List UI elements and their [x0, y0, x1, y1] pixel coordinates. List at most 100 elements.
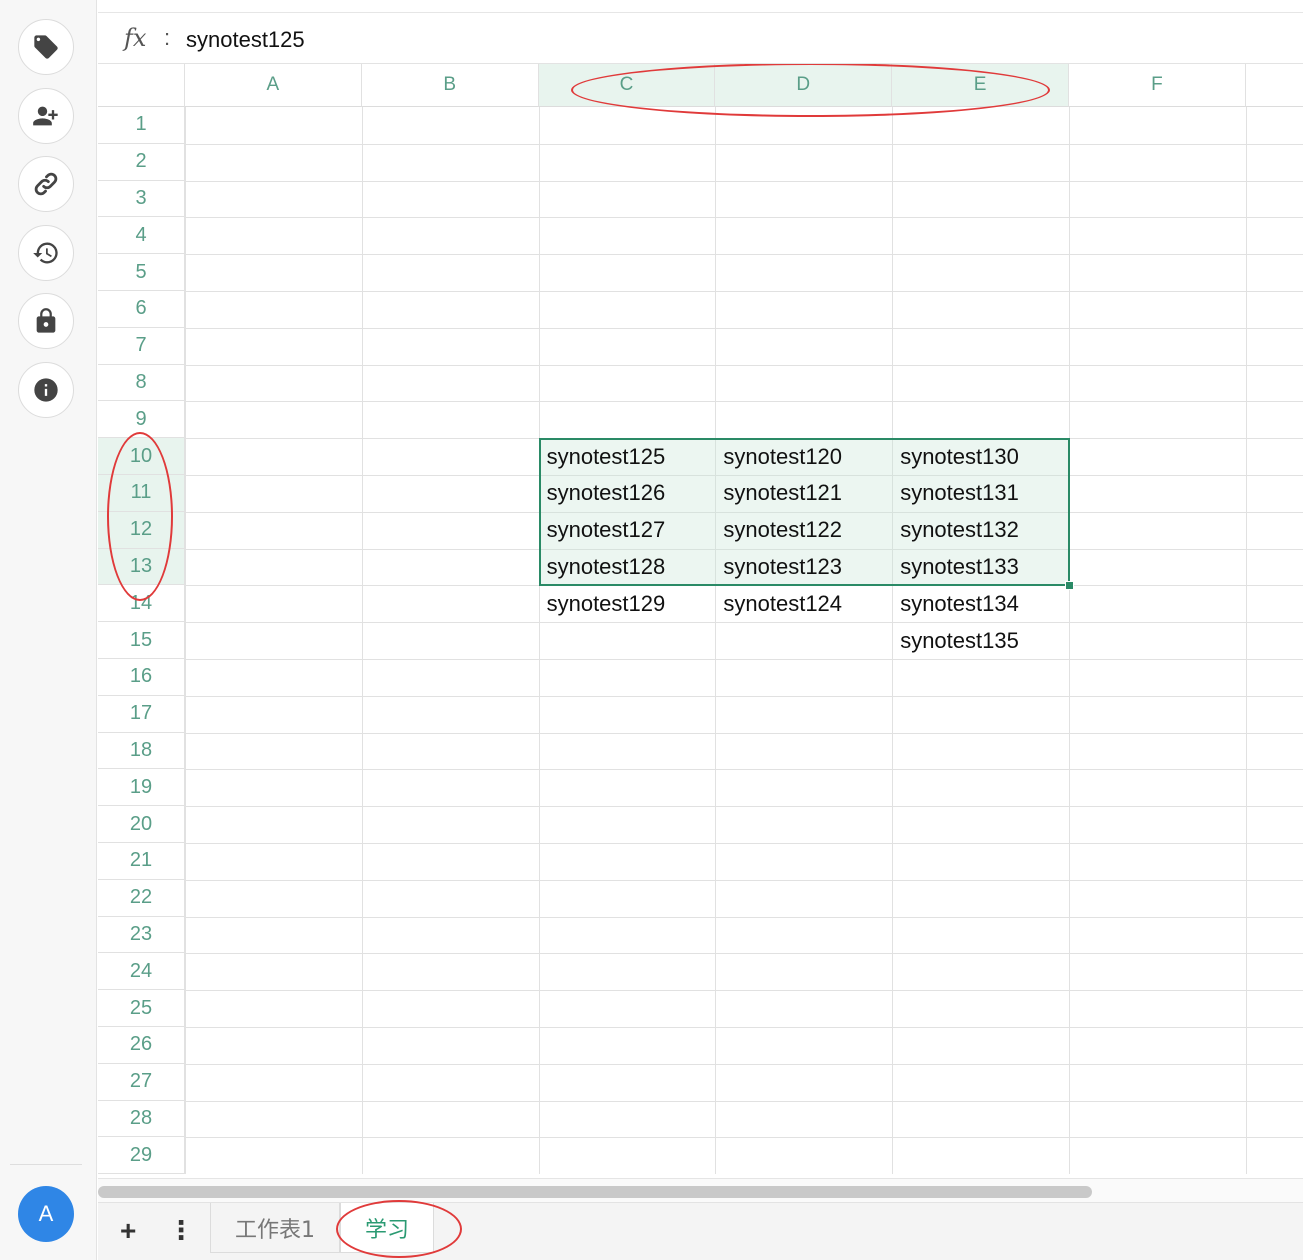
row-header-11[interactable]: 11	[98, 475, 185, 512]
tag-icon	[34, 35, 58, 59]
column-header-e[interactable]: E	[892, 64, 1069, 107]
column-header-d[interactable]: D	[715, 64, 893, 107]
grid-line	[1245, 107, 1247, 1174]
row-header-8[interactable]: 8	[98, 364, 185, 402]
row-header-19[interactable]: 19	[98, 769, 185, 807]
grid-line	[185, 916, 1303, 918]
row-header-13[interactable]: 13	[98, 548, 185, 586]
grid-line	[185, 806, 1303, 808]
cell-e13[interactable]: synotest133	[892, 549, 1069, 586]
cell-e12[interactable]: synotest132	[892, 512, 1069, 549]
column-header-f[interactable]: F	[1069, 64, 1246, 107]
row-header-3[interactable]: 3	[98, 180, 185, 218]
grid-line	[185, 364, 1303, 366]
cell-e15[interactable]: synotest135	[892, 622, 1069, 659]
lock-icon	[36, 308, 56, 333]
spreadsheet-grid[interactable]: A B C D E F 1 2 3 4 5 6 7 8 9 10 11 12 13 14 15 16 17 18 19 20 21 2…	[98, 64, 1303, 1174]
grid-line	[185, 143, 1303, 145]
row-header-15[interactable]: 15	[98, 622, 185, 659]
grid-line	[1069, 107, 1070, 1174]
row-header-26[interactable]: 26	[98, 1027, 185, 1064]
row-header-27[interactable]: 27	[98, 1063, 185, 1101]
cell-d12[interactable]: synotest122	[715, 512, 892, 549]
grid-corner[interactable]	[98, 64, 185, 107]
history-icon	[33, 242, 58, 264]
row-header-22[interactable]: 22	[98, 879, 185, 917]
cell-c12[interactable]: synotest127	[539, 512, 716, 549]
grid-line	[185, 659, 1303, 660]
row-header-2[interactable]: 2	[98, 143, 185, 181]
cell-c14[interactable]: synotest129	[539, 585, 716, 622]
link-button[interactable]	[18, 156, 74, 212]
row-header-21[interactable]: 21	[98, 843, 185, 880]
fx-icon: fx	[124, 24, 147, 52]
grid-line	[185, 217, 1303, 219]
grid-line	[185, 622, 1303, 624]
sidebar-divider	[10, 1164, 82, 1165]
row-header-4[interactable]: 4	[98, 217, 185, 255]
horizontal-scrollbar[interactable]	[98, 1178, 1303, 1202]
fx-separator: :	[164, 25, 171, 50]
grid-line	[185, 107, 186, 1174]
cell-d13[interactable]: synotest123	[715, 549, 892, 586]
grid-line	[185, 990, 1303, 992]
avatar[interactable]: A	[18, 1186, 74, 1242]
tag-button[interactable]	[18, 19, 74, 75]
grid-line	[185, 327, 1303, 329]
row-header-16[interactable]: 16	[98, 659, 185, 696]
row-header-14[interactable]: 14	[98, 585, 185, 623]
row-header-20[interactable]: 20	[98, 806, 185, 843]
info-button[interactable]	[18, 362, 74, 418]
formula-bar: fx : synotest125	[98, 12, 1303, 64]
cell-c10[interactable]: synotest125	[539, 438, 716, 475]
link-icon	[34, 172, 58, 196]
cell-d14[interactable]: synotest124	[715, 585, 892, 622]
row-header-5[interactable]: 5	[98, 254, 185, 291]
column-header-a[interactable]: A	[185, 64, 362, 107]
row-header-10[interactable]: 10	[98, 438, 185, 475]
grid-line	[185, 1027, 1303, 1028]
lock-button[interactable]	[18, 293, 74, 349]
grid-line	[538, 107, 540, 1174]
sheet-tab-1[interactable]: 工作表1	[210, 1203, 340, 1253]
cell-d10[interactable]: synotest120	[715, 438, 892, 475]
fill-handle[interactable]	[1065, 581, 1074, 591]
scrollbar-thumb[interactable]	[98, 1186, 1092, 1198]
row-header-29[interactable]: 29	[98, 1137, 185, 1174]
cell-e10[interactable]: synotest130	[892, 438, 1069, 475]
cell-c11[interactable]: synotest126	[539, 475, 716, 512]
row-header-18[interactable]: 18	[98, 732, 185, 770]
row-header-1[interactable]: 1	[98, 107, 185, 144]
row-header-25[interactable]: 25	[98, 990, 185, 1027]
formula-input[interactable]: synotest125	[186, 27, 305, 53]
row-header-12[interactable]: 12	[98, 511, 185, 549]
cell-d11[interactable]: synotest121	[715, 475, 892, 512]
history-button[interactable]	[18, 225, 74, 281]
grid-line	[185, 732, 1303, 734]
grid-line	[185, 291, 1303, 292]
row-header-7[interactable]: 7	[98, 327, 185, 365]
row-header-24[interactable]: 24	[98, 953, 185, 991]
column-header-c[interactable]: C	[538, 64, 716, 107]
grid-line	[185, 1100, 1303, 1102]
grid-line	[185, 879, 1303, 881]
cell-e14[interactable]: synotest134	[892, 585, 1069, 622]
row-header-17[interactable]: 17	[98, 695, 185, 733]
grid-line	[185, 695, 1303, 697]
add-user-button[interactable]	[18, 88, 74, 144]
add-user-icon	[33, 106, 58, 126]
add-sheet-button[interactable]: +	[120, 1215, 136, 1247]
grid-line	[715, 107, 717, 1174]
column-header-b[interactable]: B	[361, 64, 539, 107]
row-header-9[interactable]: 9	[98, 401, 185, 439]
cell-c13[interactable]: synotest128	[539, 549, 716, 586]
row-header-23[interactable]: 23	[98, 916, 185, 954]
grid-line	[185, 254, 1303, 256]
grid-line	[185, 180, 1303, 182]
row-header-6[interactable]: 6	[98, 291, 185, 328]
sheet-tab-2[interactable]: 学习	[340, 1203, 434, 1253]
sheet-menu-button[interactable]: ⋮	[168, 1215, 194, 1246]
column-header-empty	[1245, 64, 1303, 107]
row-header-28[interactable]: 28	[98, 1100, 185, 1138]
cell-e11[interactable]: synotest131	[892, 475, 1069, 512]
